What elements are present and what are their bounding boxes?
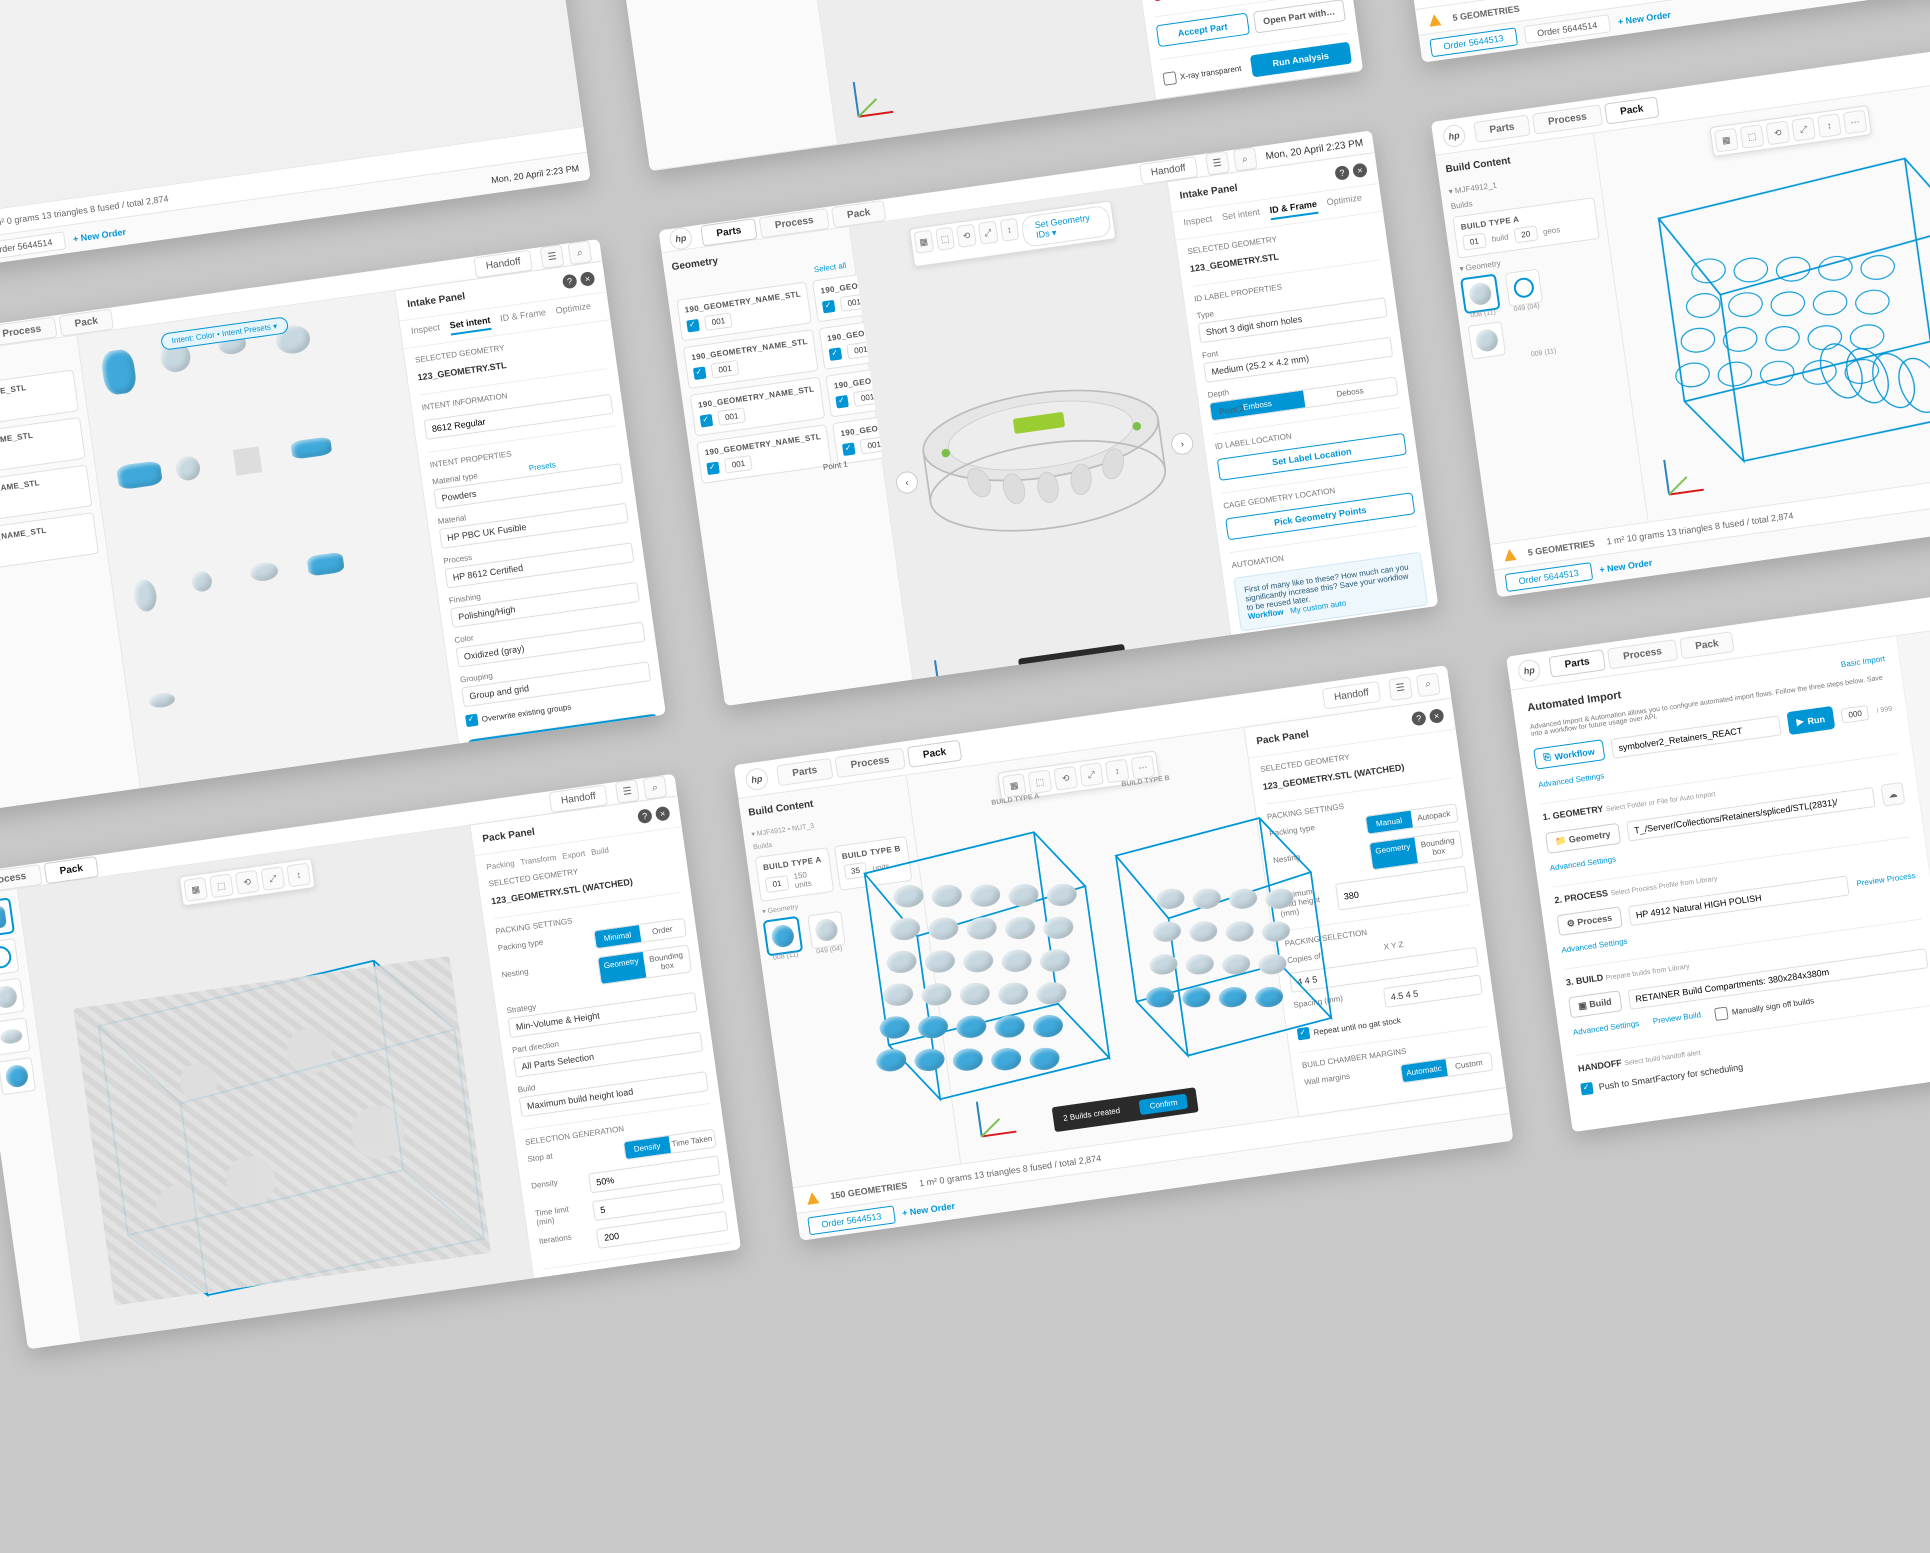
window-pack-build: hp PartsProcessPack Handoff☰⌕ Build Cont… — [1431, 22, 1930, 598]
label-placed-bar: Label placed…Edit — [1018, 644, 1127, 678]
timestamp: Mon, 20 April 2:23 PM — [491, 163, 580, 185]
geometry-chip[interactable]: 📁 Geometry — [1545, 822, 1621, 853]
start-autopack-btn[interactable]: ▶ Start Autopack — [551, 1299, 741, 1349]
accept-part-btn[interactable]: Accept Part — [1156, 13, 1250, 48]
viewport-3d[interactable]: ▦⬚⟲⤢↕⋯ — [1594, 79, 1930, 521]
window-auto-import: hp PartsProcessPack Handoff☰⌕ Automated … — [1506, 557, 1930, 1133]
viewport-3d[interactable]: Intent: Color • Intent Presets ▾ — [77, 291, 462, 815]
cloud-icon[interactable]: ☁ — [1881, 782, 1906, 807]
new-order-btn[interactable]: + New Order — [72, 226, 126, 243]
window-deformation: ⬚⟲⤢↕⋯ Set intent ID — [1356, 0, 1930, 63]
window-intent: hp PartsProcessPack Handoff ☰⌕ Geometry … — [0, 239, 666, 815]
build-chip[interactable]: ▣ Build — [1568, 990, 1622, 1018]
axes-icon — [843, 71, 899, 127]
viewport-3d[interactable]: ▦⬚⟲⤢↕ — [18, 826, 545, 1350]
window-inspect: hp ● 0/3 190_GEOMETRY_NAME_STL001units 1… — [583, 0, 1363, 171]
window-id-frame: hp PartsProcessPack Handoff ☰⌕ Mon, 20 A… — [659, 130, 1439, 706]
window-pack-dense: ProcessPack Handoff☰⌕ ▦⬚⟲⤢↕ — [0, 774, 741, 1350]
process-chip[interactable]: ⚙ Process — [1557, 906, 1623, 936]
run-btn[interactable]: ▶ Run — [1786, 706, 1835, 735]
open-part-btn[interactable]: Open Part with… — [1252, 0, 1346, 34]
window-pack-two-builds: hp PartsProcessPack Handoff☰⌕ Build Cont… — [734, 665, 1514, 1241]
close-icon[interactable]: × — [580, 271, 596, 287]
list-icon[interactable]: ☰ — [540, 244, 565, 269]
search-icon[interactable]: ⌕ — [567, 240, 592, 265]
run-analysis-btn[interactable]: Run Analysis — [1249, 42, 1352, 78]
section-title: Automated Import — [1527, 689, 1622, 714]
workflow-chip[interactable]: ⎘ Workflow — [1533, 739, 1605, 769]
viewport-3d[interactable]: ▦⬚⟲⤢↕⋯ BUILD TYPE A BUILD TYPE B 2 Build… — [907, 728, 1298, 1164]
help-icon[interactable]: ? — [562, 274, 578, 290]
order-tab-2[interactable]: Order 5644514 — [0, 231, 66, 261]
window-process-overview: Geometry Intent Process Overview Printer… — [0, 0, 591, 280]
